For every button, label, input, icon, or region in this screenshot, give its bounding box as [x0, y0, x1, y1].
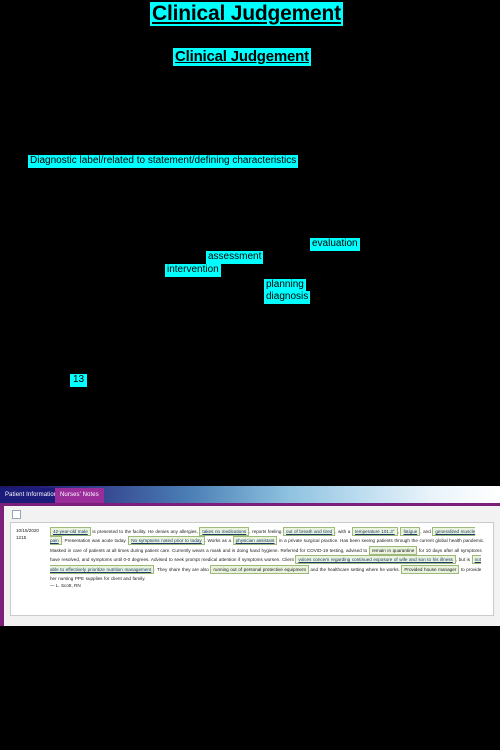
keyword-assessment: assessment — [206, 251, 264, 264]
tab-patient-information[interactable]: Patient Information — [0, 488, 63, 503]
note-fragment: , and — [420, 529, 433, 534]
note-select-checkbox[interactable] — [12, 510, 21, 519]
note-date: 10/15/2020 — [16, 528, 39, 533]
nurses-notes-content: 10/15/2020 1215 42-year-old male is pres… — [4, 506, 500, 626]
note-fragment: Masked in care of patients at all times … — [50, 547, 170, 553]
note-timestamp: 10/15/2020 1215 — [16, 527, 50, 541]
note-highlight[interactable]: 42-year-old male — [50, 527, 91, 536]
note-fragment: , with a — [335, 529, 352, 534]
note-highlight[interactable]: No symptoms noted prior to today — [128, 536, 205, 546]
note-text: 42-year-old male is presented to the fac… — [50, 527, 488, 583]
note-fragment: . Currently wears a mask and is doing ha… — [169, 547, 369, 553]
note-fragment: , reports feeling — [249, 529, 284, 534]
note-fragment: . Presentation was acute today. — [61, 538, 129, 544]
tab-nurses-notes[interactable]: Nurses' Notes — [55, 488, 104, 503]
note-fragment: in a private surgical practice. Has been… — [277, 538, 485, 544]
keyword-diagnosis: diagnosis — [264, 291, 311, 304]
note-highlight[interactable]: takes no medications — [199, 527, 250, 536]
slide-subtitle: Clinical Judgement — [173, 48, 311, 66]
note-highlight[interactable]: physician assistant — [232, 536, 278, 546]
slide-number: 13 — [70, 374, 88, 387]
note-highlight[interactable]: Provided house manager — [401, 564, 460, 574]
note-row: 10/15/2020 1215 42-year-old male is pres… — [16, 527, 488, 583]
lower-background — [0, 626, 500, 750]
diagnostic-label-text: Diagnostic label/related to statement/de… — [28, 155, 299, 168]
note-highlight[interactable]: temperature 101.3° — [351, 527, 398, 536]
note-fragment: . Works as a — [204, 538, 233, 544]
note-highlight[interactable]: fatigue — [400, 527, 421, 536]
keyword-planning: planning — [264, 279, 306, 292]
keyword-evaluation: evaluation — [310, 238, 360, 251]
note-time: 1215 — [16, 534, 27, 540]
keyword-intervention: intervention — [165, 264, 221, 277]
note-entry-card: 10/15/2020 1215 42-year-old male is pres… — [10, 522, 494, 616]
note-fragment: , but is — [455, 557, 472, 563]
note-fragment: is presented to the facility. He denies … — [90, 529, 200, 534]
note-highlight[interactable]: voices concern regarding continued expos… — [295, 555, 456, 565]
note-highlight[interactable]: remain in quarantine — [368, 545, 418, 555]
note-fragment: . They share they are also — [154, 566, 211, 572]
note-highlight[interactable]: running out of personal protective equip… — [210, 564, 309, 574]
note-highlight[interactable]: out of breath and tired — [283, 527, 336, 536]
note-fragment: and the healthcare setting where he work… — [308, 566, 402, 572]
slide-canvas: Clinical Judgement Clinical Judgement Di… — [0, 0, 500, 750]
page-title: Clinical Judgement — [150, 2, 343, 27]
note-signature: — L. Scott, RN — [50, 583, 81, 589]
tab-bar: Patient Information Nurses' Notes — [0, 486, 500, 503]
ehr-panel: Patient Information Nurses' Notes 10/15/… — [0, 486, 500, 626]
